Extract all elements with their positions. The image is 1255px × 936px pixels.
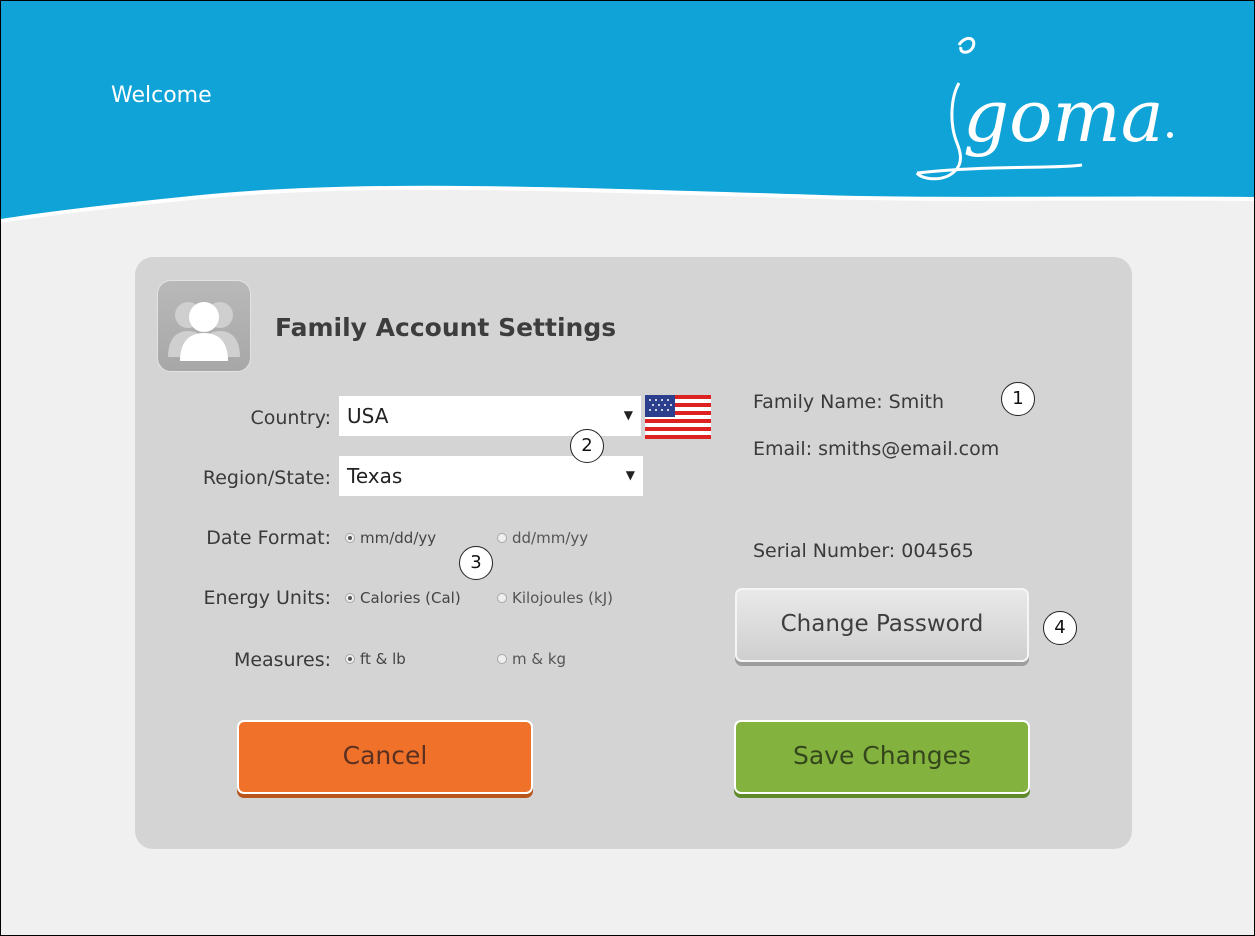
- callout-4: 4: [1043, 611, 1077, 645]
- region-value: Texas: [347, 464, 403, 488]
- family-account-settings-panel: Family Account Settings Country: USA ▼ R…: [135, 257, 1132, 849]
- family-name-text: Family Name: Smith: [753, 391, 945, 413]
- date-format-label: Date Format:: [206, 527, 331, 549]
- energy-units-label: Energy Units:: [203, 587, 331, 609]
- region-label: Region/State:: [202, 467, 331, 489]
- header-banner: Welcome goma: [1, 1, 1254, 241]
- change-password-button[interactable]: Change Password: [735, 588, 1029, 662]
- date-format-mmddyy-radio[interactable]: mm/dd/yy: [345, 529, 436, 547]
- dropdown-arrow-icon: ▼: [625, 468, 635, 482]
- radio-unselected-icon: [497, 592, 507, 603]
- country-select[interactable]: USA ▼: [339, 396, 641, 436]
- callout-1: 1: [1001, 382, 1035, 416]
- date-format-ddmmyy-radio[interactable]: dd/mm/yy: [497, 529, 588, 547]
- radio-selected-icon: [345, 592, 355, 603]
- country-label: Country:: [250, 407, 332, 429]
- measures-m-kg-radio[interactable]: m & kg: [497, 650, 566, 668]
- dropdown-arrow-icon: ▼: [623, 408, 633, 422]
- svg-text:goma: goma: [963, 74, 1164, 158]
- radio-unselected-icon: [497, 532, 507, 543]
- region-select[interactable]: Texas ▼: [339, 456, 643, 496]
- app-screen: Welcome goma Family Account Settings Cou…: [0, 0, 1255, 936]
- measures-ft-lb-radio[interactable]: ft & lb: [345, 650, 406, 668]
- serial-number-text: Serial Number: 004565: [753, 540, 974, 562]
- radio-selected-icon: [345, 532, 355, 543]
- callout-3: 3: [459, 546, 493, 580]
- measures-label: Measures:: [233, 649, 331, 671]
- family-account-icon: [157, 280, 251, 372]
- radio-unselected-icon: [497, 653, 507, 664]
- igoma-logo: goma: [907, 23, 1197, 193]
- save-changes-button[interactable]: Save Changes: [734, 720, 1030, 794]
- country-value: USA: [347, 404, 389, 428]
- email-text: Email: smiths@email.com: [753, 438, 1000, 460]
- energy-kilojoules-radio[interactable]: Kilojoules (kJ): [497, 589, 613, 607]
- callout-2: 2: [570, 429, 604, 463]
- usa-flag-icon: [645, 393, 711, 441]
- radio-selected-icon: [345, 653, 355, 664]
- panel-title: Family Account Settings: [275, 313, 617, 342]
- cancel-button[interactable]: Cancel: [237, 720, 533, 794]
- welcome-text: Welcome: [111, 83, 212, 108]
- energy-calories-radio[interactable]: Calories (Cal): [345, 589, 461, 607]
